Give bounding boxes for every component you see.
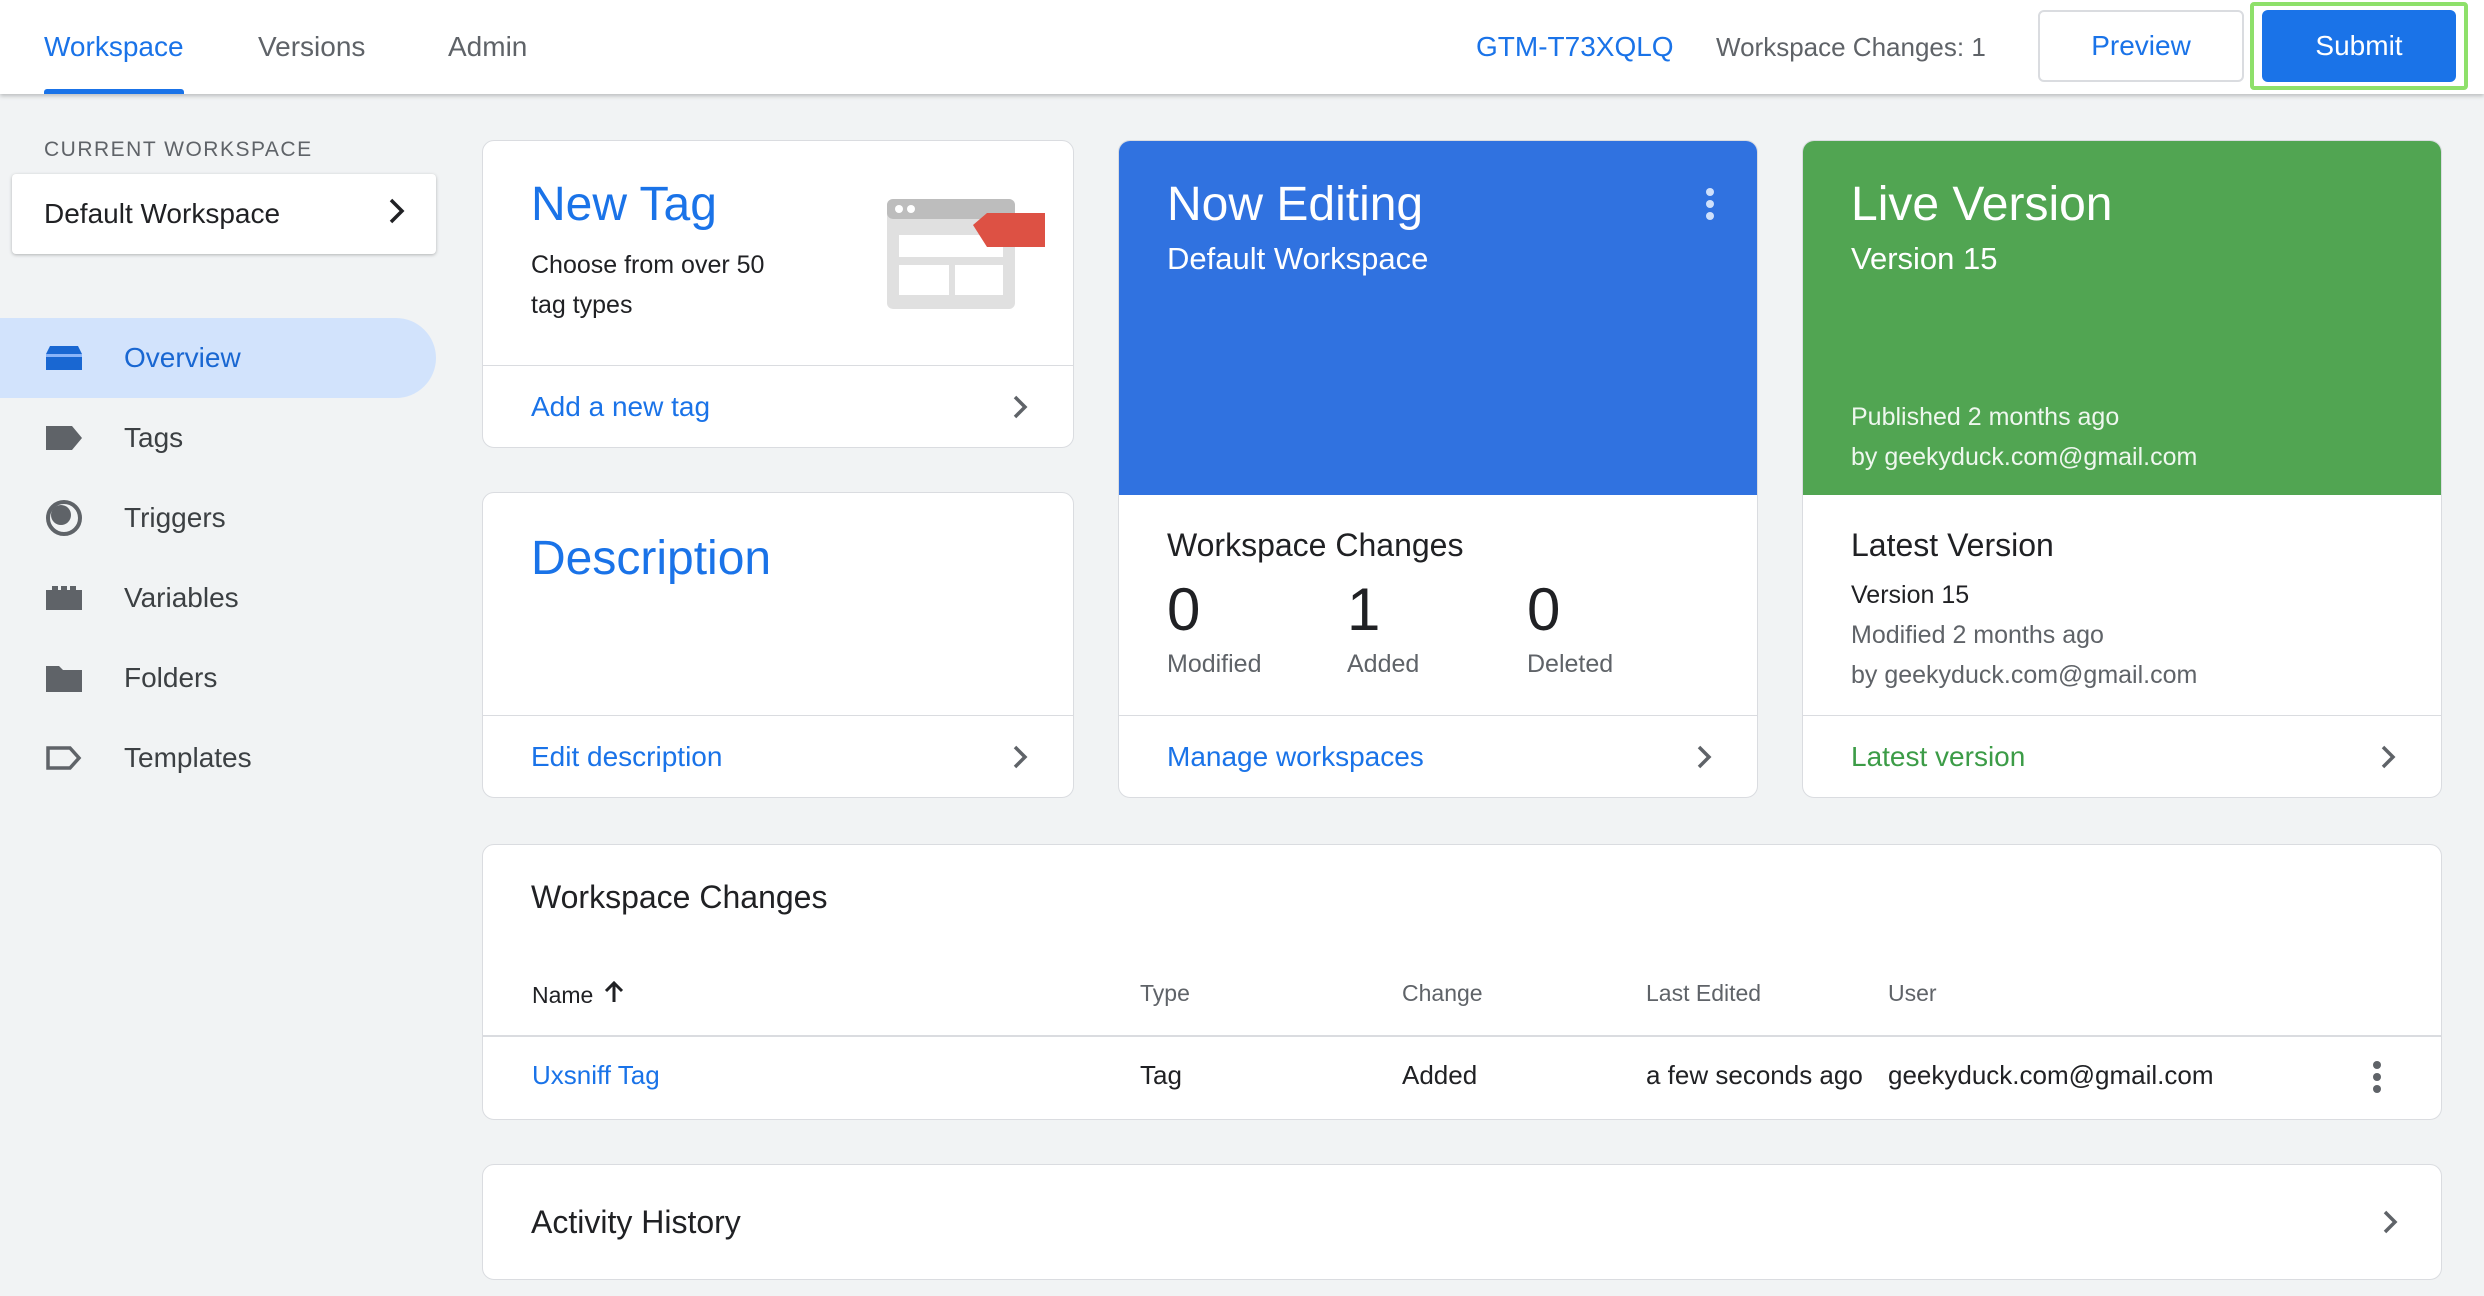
sidebar-item-label: Folders xyxy=(124,662,218,693)
sidebar-item-label: Overview xyxy=(124,342,241,373)
trigger-icon xyxy=(44,498,84,538)
latest-version-title: Latest Version xyxy=(1851,527,2054,563)
chevron-right-icon xyxy=(386,197,408,232)
table-divider xyxy=(483,1035,2441,1037)
container-id-link[interactable]: GTM-T73XQLQ xyxy=(1476,0,1674,94)
sidebar-item-folders[interactable]: Folders xyxy=(0,638,436,718)
stat-label: Modified xyxy=(1167,650,1262,678)
arrow-up-icon xyxy=(603,980,625,1010)
workspace-changes-count: Workspace Changes: 1 xyxy=(1716,31,1986,62)
folder-icon xyxy=(44,658,84,698)
now-editing-card: Now Editing Default Workspace Workspace … xyxy=(1118,140,1758,798)
stat-value: 0 xyxy=(1167,576,1201,643)
chevron-right-icon xyxy=(1005,392,1035,422)
column-header-type[interactable]: Type xyxy=(1140,980,1190,1007)
stat-label: Deleted xyxy=(1527,650,1614,678)
add-new-tag-link[interactable]: Add a new tag xyxy=(483,365,1073,447)
column-header-label: Name xyxy=(532,981,594,1008)
live-version-number: Version 15 xyxy=(1851,241,1998,276)
edit-description-label: Edit description xyxy=(531,740,723,772)
workspace-name: Default Workspace xyxy=(44,198,281,229)
add-new-tag-label: Add a new tag xyxy=(531,390,711,422)
now-editing-header: Now Editing Default Workspace xyxy=(1119,141,1757,495)
live-version-card: Live Version Version 15 Published 2 mont… xyxy=(1802,140,2442,798)
chevron-right-icon xyxy=(1005,742,1035,772)
table-title: Workspace Changes xyxy=(531,879,828,915)
template-icon xyxy=(44,738,84,778)
live-version-header: Live Version Version 15 Published 2 mont… xyxy=(1803,141,2441,495)
sidebar-item-triggers[interactable]: Triggers xyxy=(0,478,436,558)
column-header-name[interactable]: Name xyxy=(532,980,625,1010)
current-workspace-label: CURRENT WORKSPACE xyxy=(44,138,313,161)
latest-version-modified: Modified 2 months ago xyxy=(1851,621,2104,649)
published-by: by geekyduck.com@gmail.com xyxy=(1851,443,2198,471)
row-last-edited: a few seconds ago xyxy=(1646,1060,1863,1090)
edit-description-link[interactable]: Edit description xyxy=(483,715,1073,797)
latest-version-label: Latest version xyxy=(1851,740,2026,772)
sidebar-item-label: Triggers xyxy=(124,502,226,533)
manage-workspaces-link[interactable]: Manage workspaces xyxy=(1119,715,1757,797)
tab-workspace[interactable]: Workspace xyxy=(40,0,188,94)
description-card: Description Edit description xyxy=(482,492,1074,798)
preview-button[interactable]: Preview xyxy=(2038,10,2244,82)
stat-deleted: 0 Deleted xyxy=(1527,575,1613,679)
tab-versions[interactable]: Versions xyxy=(258,0,365,94)
sidebar-item-variables[interactable]: Variables xyxy=(0,558,436,638)
row-name-link[interactable]: Uxsniff Tag xyxy=(532,1060,660,1091)
workspace-selector[interactable]: Default Workspace xyxy=(12,174,436,254)
new-tag-subtitle-line2: tag types xyxy=(531,291,633,319)
sidebar-item-label: Tags xyxy=(124,422,184,453)
stat-added: 1 Added xyxy=(1347,575,1419,679)
sidebar-item-label: Templates xyxy=(124,742,252,773)
latest-version-number: Version 15 xyxy=(1851,581,1970,609)
submit-button[interactable]: Submit xyxy=(2262,10,2456,82)
stat-modified: 0 Modified xyxy=(1167,575,1262,679)
column-header-user[interactable]: User xyxy=(1888,980,1937,1007)
tab-admin[interactable]: Admin xyxy=(448,0,527,94)
chevron-right-icon xyxy=(2381,1209,2399,1240)
row-user: geekyduck.com@gmail.com xyxy=(1888,1060,2214,1090)
row-type: Tag xyxy=(1140,1060,1182,1090)
tab-admin-label: Admin xyxy=(448,31,528,62)
tab-versions-label: Versions xyxy=(258,31,366,62)
more-vert-icon[interactable] xyxy=(1705,187,1715,226)
stat-value: 1 xyxy=(1347,576,1381,643)
sidebar-item-label: Variables xyxy=(124,582,239,613)
row-change: Added xyxy=(1402,1060,1478,1090)
now-editing-title: Now Editing xyxy=(1167,178,1424,231)
latest-version-author: by geekyduck.com@gmail.com xyxy=(1851,661,2198,689)
top-app-bar: Workspace Versions Admin GTM-T73XQLQ Wor… xyxy=(0,0,2484,94)
stat-value: 0 xyxy=(1527,576,1561,643)
latest-version-link[interactable]: Latest version xyxy=(1803,715,2441,797)
column-header-last-edited[interactable]: Last Edited xyxy=(1646,980,1761,1007)
description-title: Description xyxy=(531,532,772,585)
live-version-title: Live Version xyxy=(1851,178,2113,231)
manage-workspaces-label: Manage workspaces xyxy=(1167,740,1424,772)
published-time: Published 2 months ago xyxy=(1851,403,2120,431)
new-tag-subtitle-line1: Choose from over 50 xyxy=(531,251,765,279)
row-more-vert-icon[interactable] xyxy=(2372,1060,2382,1099)
activity-history-card[interactable]: Activity History xyxy=(482,1164,2442,1280)
variables-icon xyxy=(44,578,84,618)
tag-illustration-icon xyxy=(885,197,1049,316)
now-editing-workspace: Default Workspace xyxy=(1167,241,1429,276)
sidebar-item-templates[interactable]: Templates xyxy=(0,718,436,798)
stat-label: Added xyxy=(1347,650,1420,678)
sidebar-item-tags[interactable]: Tags xyxy=(0,398,436,478)
chevron-right-icon xyxy=(1689,742,1719,772)
sidebar-item-overview[interactable]: Overview xyxy=(0,318,436,398)
workspace-changes-title: Workspace Changes xyxy=(1167,527,1464,563)
new-tag-title: New Tag xyxy=(531,178,717,231)
tab-workspace-label: Workspace xyxy=(44,31,184,62)
new-tag-card[interactable]: New Tag Choose from over 50 tag types Ad… xyxy=(482,140,1074,448)
tag-icon xyxy=(44,418,84,458)
chevron-right-icon xyxy=(2373,742,2403,772)
column-header-change[interactable]: Change xyxy=(1402,980,1483,1007)
activity-history-title: Activity History xyxy=(531,1203,741,1240)
overview-icon xyxy=(44,338,84,378)
